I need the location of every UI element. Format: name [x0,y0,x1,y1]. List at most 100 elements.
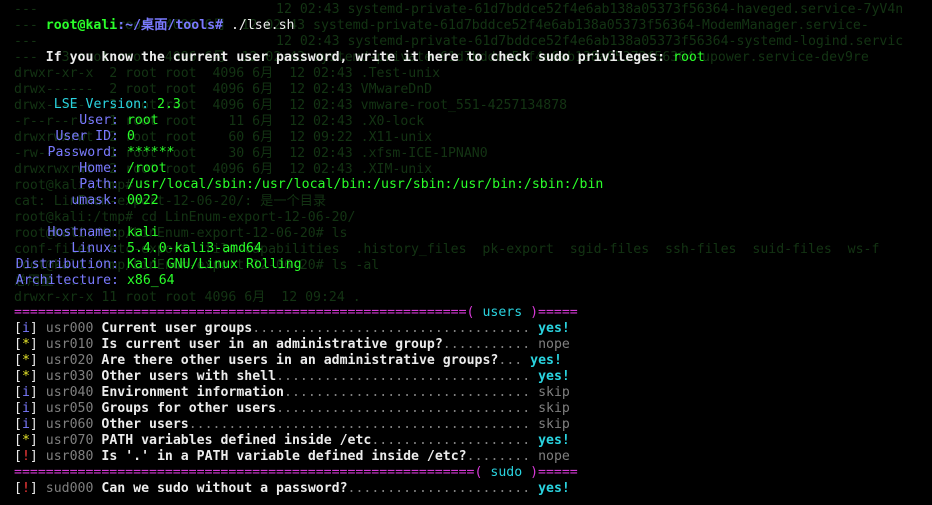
ghost-line: drwxr-xr-x 2 root root 4096 6月 12 02:43 … [14,66,441,81]
info-row: Home: /root [14,161,167,177]
info-label: Password: [47,145,119,160]
check-dots: .................... [371,433,531,448]
prompt-command: ./lse.sh [230,18,295,33]
check-row: [i] usr040 Environment information......… [14,385,570,400]
check-id: usr040 [45,385,94,400]
check-severity-marker: i [21,417,30,432]
info-label: umask: [71,193,119,208]
info-value: 0022 [126,193,159,208]
check-id: usr050 [45,401,94,416]
check-dots: ... [498,353,523,368]
info-label: User: [79,113,119,128]
check-severity-marker: ! [21,449,30,464]
check-result: skip [538,401,570,416]
system-label: Hostname: [47,225,119,240]
info-row: umask: 0022 [14,193,159,209]
check-dots: ................................... [252,321,531,336]
lse-version-label: LSE Version: [53,97,150,112]
check-row: [*] usr010 Is current user in an adminis… [14,337,570,352]
check-description: Is '.' in a PATH variable defined inside… [101,449,467,464]
system-row: Linux: 5.4.0-kali3-amd64 [14,241,262,257]
check-row: [*] usr020 Are there other users in an a… [14,353,562,368]
check-result: yes! [538,433,570,448]
check-severity-marker: * [21,433,30,448]
check-description: Other users with shell [101,369,277,384]
system-value: x86_64 [126,273,175,288]
check-result: nope [538,449,570,464]
check-result: skip [538,385,570,400]
system-label: Distribution: [15,257,119,272]
check-dots: ........ [466,449,531,464]
section-title: sudo [490,465,523,480]
info-label: Path: [79,177,119,192]
info-value: /usr/local/sbin:/usr/local/bin:/usr/sbin… [126,177,604,192]
section-title: users [482,305,523,320]
check-dots: ....................... [347,481,531,496]
section-header-sudo: ========================================… [14,465,578,480]
password-prompt-text: If you know the current user password, w… [45,50,666,65]
info-value: ****** [126,145,175,160]
info-value: 0 [126,129,135,144]
check-result: yes! [538,369,570,384]
ghost-line: drwxr-xr-x 11 root root 4096 6月 12 09:24… [14,290,361,305]
check-severity-marker: i [21,401,30,416]
check-row: [!] sud000 Can we sudo without a passwor… [14,481,570,496]
section-header-users: ========================================… [14,305,578,320]
check-id: usr030 [45,369,94,384]
check-id: sud000 [45,481,94,496]
check-id: usr080 [45,449,94,464]
check-description: Are there other users in an administrati… [101,353,499,368]
check-result: yes! [530,353,562,368]
terminal-window[interactable]: --- 12 02:43 systemd-private-61d7bddce52… [0,0,932,505]
system-value: 5.4.0-kali3-amd64 [126,241,262,256]
check-row: [i] usr060 Other users..................… [14,417,570,432]
check-id: usr000 [45,321,94,336]
password-prompt-value: root [673,50,705,65]
check-result: yes! [538,321,570,336]
ghost-line: root@kali:/tmp# cd LinEnum-export-12-06-… [14,210,356,225]
system-label: Architecture: [15,273,119,288]
check-row: [i] usr050 Groups for other users.......… [14,401,570,416]
check-row: [*] usr030 Other users with shell.......… [14,369,570,384]
info-row: Path: /usr/local/sbin:/usr/local/bin:/us… [14,177,603,193]
system-row: Distribution: Kali GNU/Linux Rolling [14,257,302,273]
check-id: usr010 [45,337,94,352]
info-label: Home: [79,161,119,176]
check-description: Groups for other users [101,401,277,416]
lse-version-line: LSE Version: 2.3 [22,81,181,112]
check-severity-marker: * [21,369,30,384]
check-result: nope [538,337,570,352]
check-dots: ................................ [276,401,531,416]
check-description: Current user groups [101,321,253,336]
check-severity-marker: ! [21,481,30,496]
lse-version-value: 2.3 [157,97,181,112]
check-description: PATH variables defined inside /etc [101,433,372,448]
prompt-path: :~/桌面/tools# [117,18,224,33]
system-row: Hostname: kali [14,225,159,241]
shell-prompt-line: root@kali:~/桌面/tools# ./lse.sh [14,2,295,33]
check-result: skip [538,417,570,432]
check-row: [!] usr080 Is '.' in a PATH variable def… [14,449,570,464]
system-value: kali [126,225,159,240]
info-label: User ID: [55,129,119,144]
check-severity-marker: i [21,321,30,336]
check-result: yes! [538,481,570,496]
check-id: usr060 [45,417,94,432]
info-value: /root [126,161,167,176]
check-severity-marker: i [21,385,30,400]
check-description: Environment information [101,385,285,400]
check-description: Is current user in an administrative gro… [101,337,443,352]
prompt-user-host: root@kali [45,18,118,33]
check-description: Can we sudo without a password? [101,481,348,496]
check-row: [i] usr000 Current user groups..........… [14,321,570,336]
check-id: usr020 [45,353,94,368]
check-id: usr070 [45,433,94,448]
info-value: root [126,113,159,128]
check-dots: ............................... [284,385,531,400]
check-severity-marker: * [21,353,30,368]
check-severity-marker: * [21,337,30,352]
check-dots: ........................................… [188,417,531,432]
check-dots: ........... [442,337,531,352]
system-value: Kali GNU/Linux Rolling [126,257,302,272]
check-description: Other users [101,417,189,432]
